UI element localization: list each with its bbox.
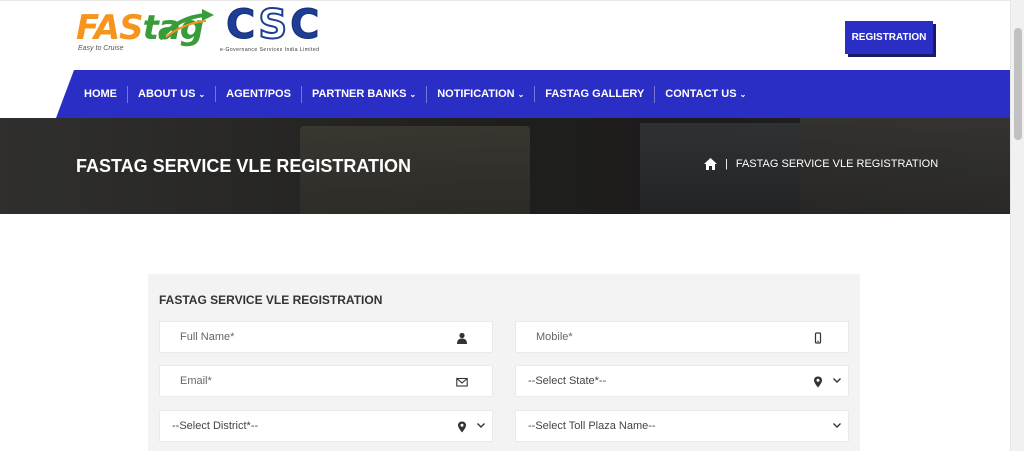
csc-letter-s: S [257, 2, 288, 48]
fastag-arrow-icon [158, 9, 214, 41]
toll-plaza-select-value: --Select Toll Plaza Name-- [528, 420, 656, 432]
map-marker-icon [458, 421, 466, 433]
chevron-down-icon [477, 423, 485, 428]
nav-item-label: ABOUT US [138, 87, 196, 100]
chevron-down-icon: ⌄ [198, 89, 206, 99]
chevron-down-icon: ⌄ [409, 89, 417, 99]
csc-subtitle: e-Governance Services India Limited [220, 47, 320, 53]
chevron-down-icon: ⌄ [739, 89, 747, 99]
registration-button[interactable]: REGISTRATION [845, 21, 933, 54]
map-marker-icon [814, 376, 822, 388]
full-name-placeholder: Full Name* [180, 331, 235, 343]
page-scrollbar[interactable] [1010, 0, 1024, 451]
nav-item-label: FASTAG GALLERY [545, 88, 645, 100]
state-select-value: --Select State*-- [528, 375, 607, 387]
district-select[interactable]: --Select District*-- [159, 410, 493, 442]
breadcrumb-separator: | [725, 158, 728, 170]
email-placeholder: Email* [180, 375, 212, 387]
full-name-field[interactable]: Full Name* [159, 321, 493, 353]
nav-item-notification[interactable]: NOTIFICATION ⌄ [426, 85, 534, 103]
csc-letter-c1: C [225, 2, 256, 48]
nav-item-partner-banks[interactable]: PARTNER BANKS ⌄ [300, 85, 426, 103]
form-title: FASTAG SERVICE VLE REGISTRATION [159, 293, 383, 307]
user-icon [457, 332, 467, 344]
page-title: FASTAG SERVICE VLE REGISTRATION [76, 156, 412, 176]
nav-item-contact-us[interactable]: CONTACT US ⌄ [654, 85, 756, 103]
csc-logo[interactable]: C S C e-Governance Services India Limite… [220, 2, 344, 53]
nav-item-agent-pos[interactable]: AGENT/POS [215, 86, 301, 102]
fastag-logo-part1: FAS [76, 8, 144, 48]
envelope-icon [456, 377, 468, 387]
chevron-down-icon [833, 378, 841, 383]
nav-item-fastag-gallery[interactable]: FASTAG GALLERY [534, 86, 654, 102]
nav-item-home[interactable]: HOME [84, 86, 127, 102]
nav-item-label: AGENT/POS [226, 88, 291, 100]
mobile-placeholder: Mobile* [536, 331, 573, 343]
district-select-value: --Select District*-- [172, 420, 259, 432]
toll-plaza-select[interactable]: --Select Toll Plaza Name-- [515, 410, 849, 442]
home-icon[interactable] [704, 158, 717, 170]
breadcrumb-current: FASTAG SERVICE VLE REGISTRATION [735, 158, 939, 170]
nav-item-label: HOME [84, 88, 117, 100]
fastag-logo[interactable]: FAStag Easy to Cruise [76, 5, 216, 53]
chevron-down-icon [833, 423, 841, 428]
nav-item-about-us[interactable]: ABOUT US ⌄ [127, 85, 215, 103]
email-field[interactable]: Email* [159, 365, 493, 397]
nav-item-label: PARTNER BANKS [311, 87, 407, 100]
registration-form: FASTAG SERVICE VLE REGISTRATION Full Nam… [148, 274, 860, 451]
csc-logo-letters: C S C [225, 2, 344, 48]
csc-letter-c2: C [290, 2, 320, 48]
chevron-down-icon: ⌄ [517, 89, 525, 99]
nav-item-label: NOTIFICATION [437, 87, 515, 100]
nav-item-label: CONTACT US [665, 87, 737, 100]
main-nav: HOME ABOUT US ⌄ AGENT/POS PARTNER BANKS ⌄ … [56, 70, 1010, 118]
mobile-field[interactable]: Mobile* [515, 321, 849, 353]
state-select[interactable]: --Select State*-- [515, 365, 849, 397]
site-header: FAStag Easy to Cruise C S C e-Governance… [0, 0, 1010, 70]
page-banner: FASTAG SERVICE VLE REGISTRATION | FASTAG… [0, 118, 1010, 214]
scrollbar-thumb[interactable] [1014, 28, 1022, 140]
breadcrumb: | FASTAG SERVICE VLE REGISTRATION [704, 158, 938, 170]
fastag-tagline: Easy to Cruise [78, 45, 124, 52]
mobile-icon [814, 332, 822, 344]
